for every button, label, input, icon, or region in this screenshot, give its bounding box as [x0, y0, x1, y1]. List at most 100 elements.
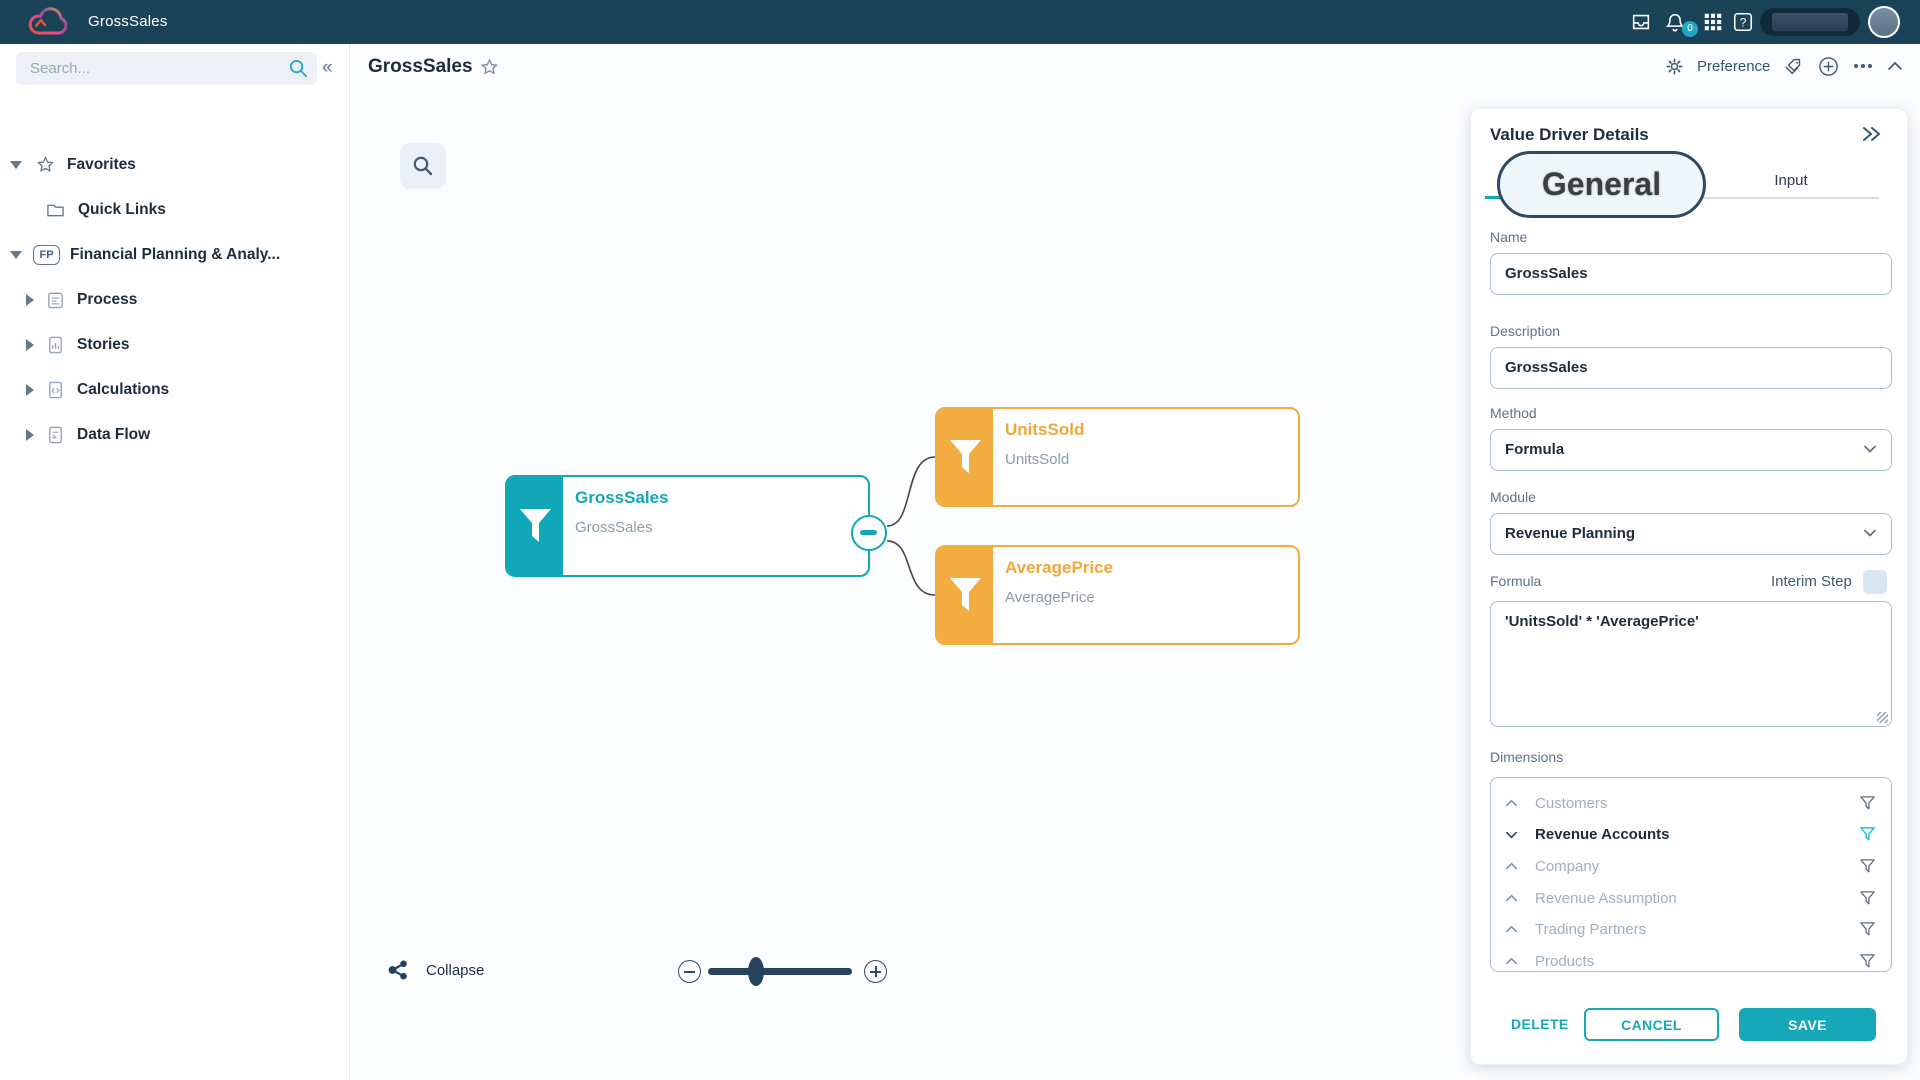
tab-divider	[1701, 197, 1879, 199]
cancel-button[interactable]: CANCEL	[1584, 1008, 1719, 1041]
inbox-icon[interactable]	[1630, 11, 1652, 33]
chevron-right-icon[interactable]	[26, 339, 34, 351]
node-title: UnitsSold	[1005, 420, 1084, 440]
zoom-slider-thumb[interactable]	[748, 957, 764, 986]
module-value: Revenue Planning	[1505, 525, 1635, 542]
data-flow-icon	[46, 425, 65, 445]
dimension-row-customers[interactable]: Customers	[1491, 788, 1891, 819]
chevron-up-icon[interactable]	[1887, 61, 1903, 71]
search-input[interactable]	[16, 52, 317, 85]
formula-value: 'UnitsSold' * 'AveragePrice'	[1505, 613, 1699, 630]
sidebar-item-label: Data Flow	[77, 426, 150, 444]
chevron-right-icon[interactable]	[26, 384, 34, 396]
more-options-icon[interactable]	[1852, 62, 1874, 70]
tab-general-highlighted[interactable]: General	[1497, 151, 1706, 218]
dimension-name: Revenue Assumption	[1535, 890, 1677, 907]
page-title: GrossSales	[368, 56, 473, 78]
chevron-up-icon	[1505, 860, 1518, 873]
collapse-panel-icon[interactable]	[1861, 125, 1883, 143]
tree-node-unitssold[interactable]: UnitsSold UnitsSold	[935, 407, 1300, 507]
dimension-row-trading-partners[interactable]: Trading Partners	[1491, 914, 1891, 945]
dimension-name: Customers	[1535, 795, 1608, 812]
formula-textarea[interactable]: 'UnitsSold' * 'AveragePrice'	[1490, 601, 1892, 727]
tags-icon[interactable]	[1783, 56, 1805, 76]
delete-button[interactable]: DELETE	[1511, 1016, 1569, 1032]
chevron-down-icon[interactable]	[10, 251, 22, 259]
sidebar-collapse-icon[interactable]: «	[322, 57, 333, 79]
resize-handle[interactable]	[1877, 712, 1888, 723]
zoom-out-button[interactable]	[678, 960, 701, 983]
sidebar-item-favorites[interactable]: Favorites	[0, 150, 350, 180]
tab-general-label: General	[1500, 166, 1703, 203]
zoom-in-button[interactable]	[864, 960, 887, 983]
name-field[interactable]: GrossSales	[1490, 253, 1892, 295]
search-icon[interactable]	[288, 58, 309, 79]
sidebar-item-label: Favorites	[67, 156, 136, 174]
save-button[interactable]: SAVE	[1739, 1008, 1876, 1041]
interim-step-label: Interim Step	[1771, 573, 1852, 590]
chevron-down-icon[interactable]	[10, 161, 22, 169]
value-driver-details-panel: Value Driver Details Input General Name …	[1470, 108, 1908, 1065]
chevron-right-icon[interactable]	[26, 294, 34, 306]
dimension-row-revenue-assumption[interactable]: Revenue Assumption	[1491, 883, 1891, 914]
method-value: Formula	[1505, 441, 1564, 458]
dimension-row-revenue-accounts[interactable]: Revenue Accounts	[1491, 819, 1891, 850]
sidebar-item-financial-planning[interactable]: FP Financial Planning & Analy...	[0, 240, 350, 270]
filter-icon[interactable]	[1859, 953, 1876, 970]
collapse-tree-control[interactable]: Collapse	[388, 960, 484, 980]
filter-icon[interactable]	[1859, 795, 1876, 812]
method-select[interactable]: Formula	[1490, 429, 1892, 471]
chevron-down-icon	[1863, 526, 1877, 540]
sidebar-item-process[interactable]: Process	[0, 285, 350, 315]
tree-node-grosssales[interactable]: GrossSales GrossSales	[505, 475, 870, 577]
filter-icon[interactable]	[1859, 921, 1876, 938]
node-title: AveragePrice	[1005, 558, 1113, 578]
help-icon[interactable]: ?	[1732, 11, 1754, 33]
node-color-bar	[937, 547, 993, 643]
sidebar-item-label: Process	[77, 291, 137, 309]
sidebar-item-data-flow[interactable]: Data Flow	[0, 420, 350, 450]
favorite-star-icon[interactable]	[480, 58, 499, 77]
canvas-search-button[interactable]	[400, 143, 446, 189]
filter-icon-active[interactable]	[1859, 826, 1876, 843]
add-circle-icon[interactable]	[1818, 56, 1839, 77]
dimension-row-products[interactable]: Products	[1491, 946, 1891, 972]
fp-badge: FP	[33, 245, 60, 265]
formula-label: Formula	[1490, 573, 1541, 589]
tab-input[interactable]: Input	[1746, 172, 1836, 189]
collapse-node-button[interactable]	[851, 515, 887, 551]
dimension-name: Products	[1535, 953, 1594, 970]
sidebar-item-label: Financial Planning & Analy...	[70, 246, 280, 264]
sidebar-item-stories[interactable]: Stories	[0, 330, 350, 360]
node-subtitle: GrossSales	[575, 519, 653, 536]
funnel-icon	[519, 508, 552, 544]
dimensions-list: Customers Revenue Accounts Company	[1490, 777, 1892, 972]
application-window: GrossSales 0 ?	[0, 0, 1920, 1080]
sidebar-item-quick-links[interactable]: Quick Links	[0, 195, 350, 225]
sidebar-item-calculations[interactable]: Calculations	[0, 375, 350, 405]
module-select[interactable]: Revenue Planning	[1490, 513, 1892, 555]
app-grid-icon[interactable]	[1702, 11, 1724, 33]
canvas-toolbar: Preference	[1665, 55, 1903, 77]
panel-title: Value Driver Details	[1490, 125, 1649, 145]
stories-icon	[46, 335, 65, 355]
sap-analytics-cloud-logo	[26, 5, 70, 39]
name-label: Name	[1490, 229, 1527, 245]
avatar[interactable]	[1868, 6, 1900, 38]
interim-step-checkbox[interactable]	[1863, 570, 1887, 594]
preference-button[interactable]: Preference	[1697, 58, 1770, 75]
gear-icon[interactable]	[1665, 57, 1684, 76]
filter-icon[interactable]	[1859, 890, 1876, 907]
filter-icon[interactable]	[1859, 858, 1876, 875]
dimension-row-company[interactable]: Company	[1491, 851, 1891, 882]
chevron-right-icon[interactable]	[26, 429, 34, 441]
zoom-slider-track[interactable]	[708, 968, 852, 975]
tree-node-averageprice[interactable]: AveragePrice AveragePrice	[935, 545, 1300, 645]
chevron-up-icon	[1505, 923, 1518, 936]
collapse-label: Collapse	[426, 962, 484, 979]
user-name-redacted	[1772, 13, 1848, 31]
user-name-pill[interactable]	[1760, 8, 1860, 36]
magnifier-icon	[411, 154, 435, 178]
process-icon	[46, 290, 65, 310]
description-field[interactable]: GrossSales	[1490, 347, 1892, 389]
